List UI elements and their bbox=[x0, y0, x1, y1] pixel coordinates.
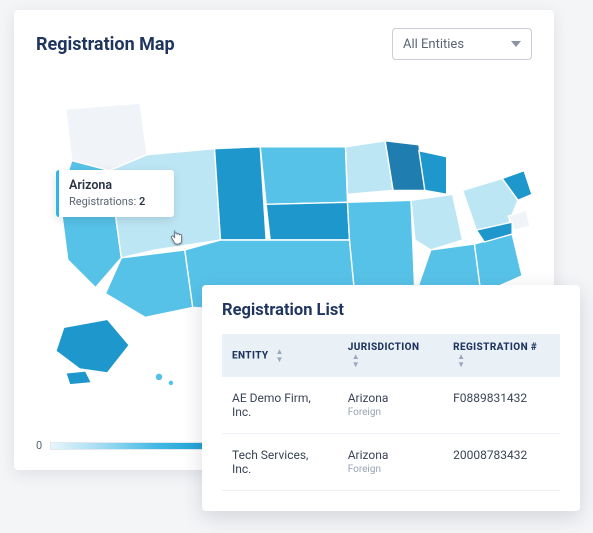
table-row[interactable]: AE Demo Firm, Inc. Arizona Foreign F0889… bbox=[222, 377, 560, 434]
map-scale-legend: 0 5 bbox=[36, 439, 224, 452]
cell-entity: AE Demo Firm, Inc. bbox=[222, 377, 338, 434]
cell-jurisdiction: Arizona Foreign bbox=[338, 377, 443, 434]
table-row[interactable]: Tech Services, Inc. Arizona Foreign 2000… bbox=[222, 434, 560, 491]
scale-gradient bbox=[50, 442, 210, 450]
col-jurisdiction[interactable]: JURISDICTION ▲▼ bbox=[338, 334, 443, 377]
map-tooltip: Arizona Registrations: 2 bbox=[56, 170, 174, 217]
tooltip-state: Arizona bbox=[69, 178, 164, 193]
col-entity[interactable]: ENTITY ▲▼ bbox=[222, 334, 338, 377]
scale-min: 0 bbox=[36, 439, 42, 452]
sort-icon: ▲▼ bbox=[457, 353, 465, 369]
cell-registration: F0889831432 bbox=[443, 377, 560, 434]
sort-icon: ▲▼ bbox=[275, 348, 283, 364]
chevron-down-icon bbox=[511, 41, 521, 47]
list-title: Registration List bbox=[222, 301, 560, 320]
sort-icon: ▲▼ bbox=[352, 353, 360, 369]
entity-filter-value: All Entities bbox=[403, 37, 464, 52]
registration-table: ENTITY ▲▼ JURISDICTION ▲▼ REGISTRATION #… bbox=[222, 334, 560, 491]
col-registration[interactable]: REGISTRATION # ▲▼ bbox=[443, 334, 560, 377]
tooltip-registrations: Registrations: 2 bbox=[69, 195, 164, 208]
map-header: Registration Map All Entities bbox=[36, 28, 532, 60]
cell-entity: Tech Services, Inc. bbox=[222, 434, 338, 491]
page-title: Registration Map bbox=[36, 34, 175, 55]
cell-registration: 20008783432 bbox=[443, 434, 560, 491]
registration-list-card: Registration List ENTITY ▲▼ JURISDICTION… bbox=[202, 285, 580, 511]
cell-jurisdiction: Arizona Foreign bbox=[338, 434, 443, 491]
entity-filter-select[interactable]: All Entities bbox=[392, 28, 532, 60]
